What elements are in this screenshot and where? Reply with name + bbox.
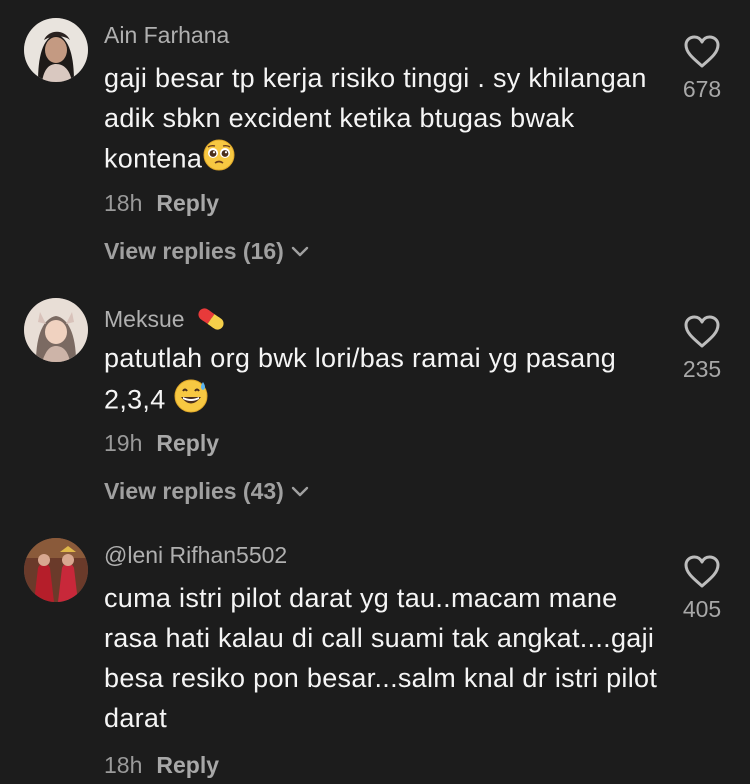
username-text: Ain Farhana	[104, 22, 230, 48]
username-text: Meksue	[104, 305, 185, 332]
reply-button[interactable]: Reply	[156, 752, 219, 778]
grinning-sweat-emoji	[173, 378, 209, 425]
like-count: 678	[682, 76, 722, 102]
avatar[interactable]	[24, 18, 88, 82]
view-replies-label: View replies (43)	[104, 478, 284, 504]
chevron-down-icon	[291, 486, 309, 496]
like-count: 235	[682, 356, 722, 382]
avatar[interactable]	[24, 298, 88, 362]
comment-text-content: gaji besar tp kerja risiko tinggi . sy k…	[104, 63, 647, 174]
chevron-down-icon	[291, 246, 309, 256]
timestamp: 18h	[104, 752, 143, 778]
pleading-face-emoji	[202, 138, 236, 183]
comment-meta: 19h Reply	[104, 430, 219, 457]
comment-item: @leni Rifhan5502 cuma istri pilot darat …	[0, 520, 750, 784]
comment-text: patutlah org bwk lori/bas ramai yg pasan…	[104, 338, 664, 425]
comment-meta: 18h Reply	[104, 190, 219, 217]
comment-text: cuma istri pilot darat yg tau..macam man…	[104, 578, 664, 738]
timestamp: 19h	[104, 430, 143, 456]
username[interactable]: @leni Rifhan5502	[104, 542, 287, 569]
view-replies-label: View replies (16)	[104, 238, 284, 264]
heart-outline-icon	[684, 35, 720, 68]
like-count: 405	[682, 596, 722, 622]
avatar[interactable]	[24, 538, 88, 602]
like-button[interactable]: 678	[672, 34, 732, 103]
comment-item: Meksue patutlah org bwk lori/bas ramai y…	[0, 280, 750, 530]
comment-meta: 18h Reply	[104, 752, 219, 779]
view-replies-button[interactable]: View replies (16)	[104, 238, 310, 265]
username[interactable]: Ain Farhana	[104, 22, 229, 49]
username-text: @leni Rifhan5502	[104, 542, 288, 568]
comment-item: Ain Farhana gaji besar tp kerja risiko t…	[0, 0, 750, 280]
username[interactable]: Meksue	[104, 302, 229, 336]
like-button[interactable]: 235	[672, 314, 732, 383]
like-button[interactable]: 405	[672, 554, 732, 623]
reply-button[interactable]: Reply	[156, 430, 219, 456]
reply-button[interactable]: Reply	[156, 190, 219, 216]
comment-text: gaji besar tp kerja risiko tinggi . sy k…	[104, 58, 664, 183]
comment-text-content: cuma istri pilot darat yg tau..macam man…	[104, 583, 658, 733]
heart-outline-icon	[684, 315, 720, 348]
timestamp: 18h	[104, 190, 143, 216]
heart-outline-icon	[684, 555, 720, 588]
pill-emoji	[197, 308, 224, 330]
view-replies-button[interactable]: View replies (43)	[104, 478, 310, 505]
